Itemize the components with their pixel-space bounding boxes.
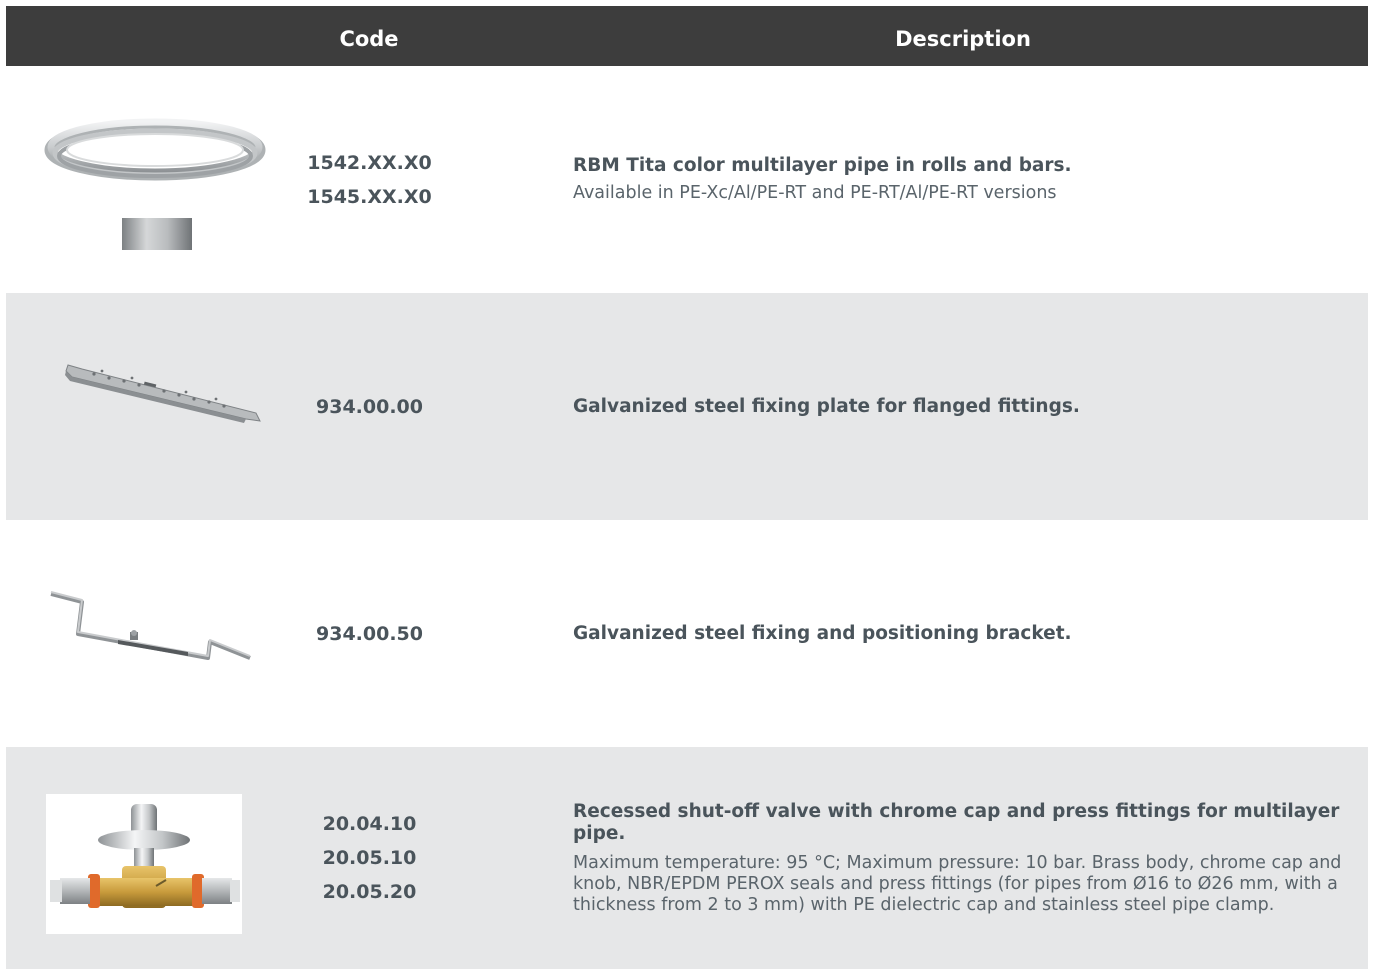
description-body: Maximum temperature: 95 °C; Maximum pres…: [573, 852, 1342, 915]
description-cell: Recessed shut-off valve with chrome cap …: [573, 747, 1346, 969]
product-code: 20.05.10: [322, 847, 417, 869]
description-cell: Galvanized steel fixing plate for flange…: [573, 293, 1346, 520]
description-title: Recessed shut-off valve with chrome cap …: [573, 800, 1340, 844]
multilayer-pipe-coil-icon: [44, 116, 266, 256]
code-cell: 934.00.00: [246, 293, 493, 520]
description-title: Galvanized steel fixing plate for flange…: [573, 395, 1080, 417]
table-header: Code Description: [6, 6, 1368, 66]
code-cell: 934.00.50: [246, 520, 493, 747]
table-row: 1542.XX.X0 1545.XX.X0 RBM Tita color mul…: [6, 66, 1368, 293]
table-row: 934.00.00 Galvanized steel fixing plate …: [6, 293, 1368, 520]
product-code: 1545.XX.X0: [307, 185, 432, 208]
column-header-description: Description: [895, 27, 1031, 51]
table-row: 20.04.10 20.05.10 20.05.20 Recessed shut…: [6, 747, 1368, 969]
product-code: 20.05.20: [322, 881, 417, 903]
description-cell: RBM Tita color multilayer pipe in rolls …: [573, 66, 1346, 293]
product-code: 934.00.50: [316, 622, 423, 645]
positioning-bracket-icon: [48, 586, 258, 666]
fixing-plate-icon: [64, 361, 264, 433]
code-cell: 20.04.10 20.05.10 20.05.20: [246, 747, 493, 969]
column-header-code: Code: [339, 27, 399, 51]
product-code: 20.04.10: [322, 813, 417, 835]
shut-off-valve-icon: [46, 794, 242, 934]
product-code: 1542.XX.X0: [307, 151, 432, 174]
code-cell: 1542.XX.X0 1545.XX.X0: [246, 66, 493, 293]
description-title: RBM Tita color multilayer pipe in rolls …: [573, 155, 1072, 176]
description-body: Available in PE-Xc/Al/PE-RT and PE-RT/Al…: [573, 183, 1057, 203]
product-code: 934.00.00: [316, 395, 423, 418]
description-title: Galvanized steel fixing and positioning …: [573, 622, 1072, 644]
table-row: 934.00.50 Galvanized steel fixing and po…: [6, 520, 1368, 747]
description-cell: Galvanized steel fixing and positioning …: [573, 520, 1346, 747]
